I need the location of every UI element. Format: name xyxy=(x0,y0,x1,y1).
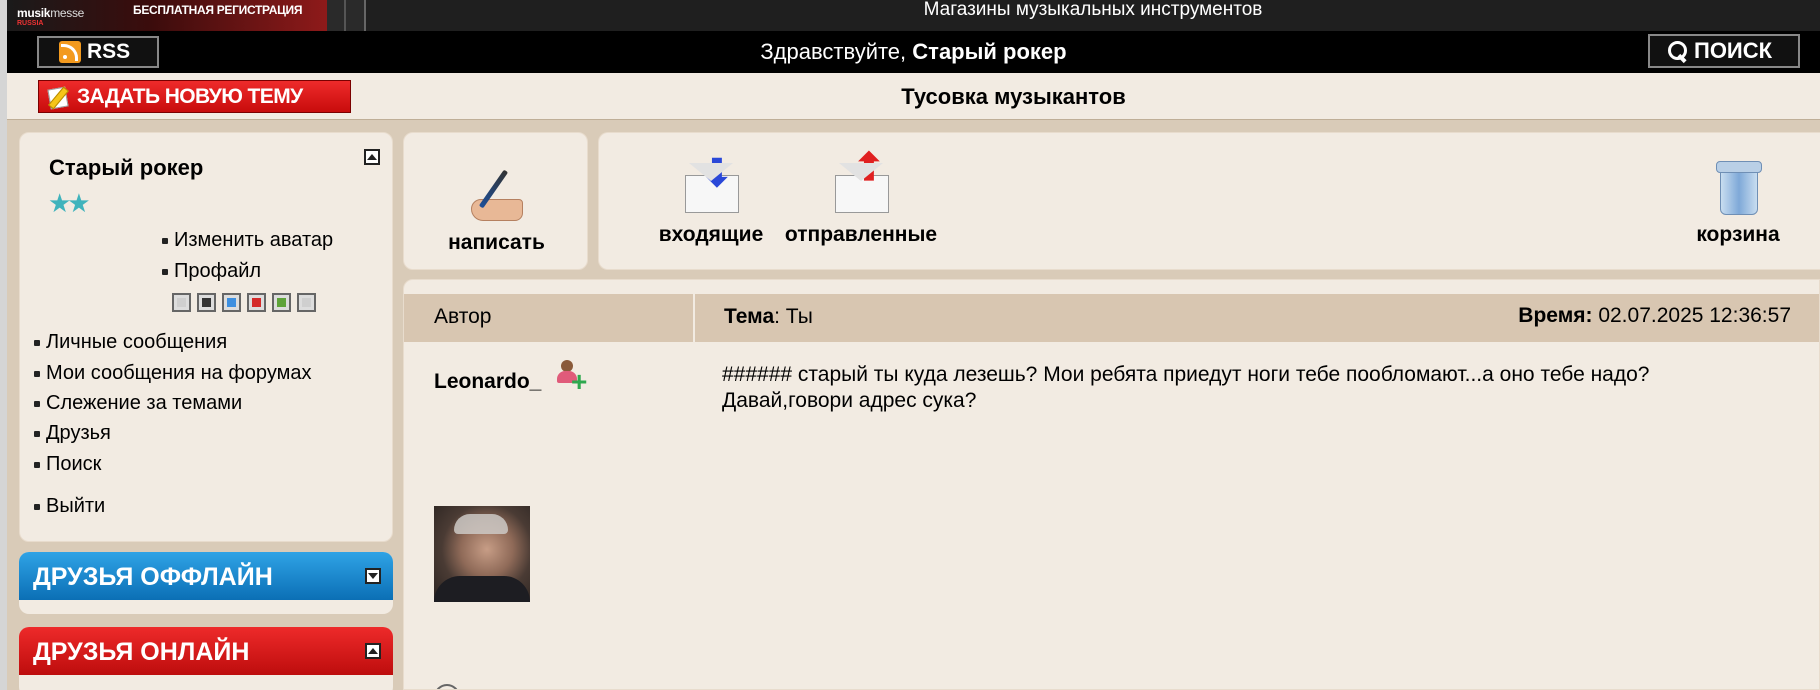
greeting-user: Старый рокер xyxy=(912,39,1067,64)
collapse-up-icon xyxy=(368,648,378,654)
search-label: ПОИСК xyxy=(1694,38,1773,63)
friends-offline-header[interactable]: ДРУЗЬЯ ОФФЛАЙН xyxy=(19,552,393,600)
header-divider xyxy=(693,294,695,342)
author-name[interactable]: Leonardo_ xyxy=(434,370,541,394)
time-field: Время: 02.07.2025 12:36:57 xyxy=(1518,304,1791,327)
search-icon xyxy=(1668,41,1688,61)
friends-online-panel: ДРУЗЬЯ ОНЛАЙН xyxy=(19,627,393,690)
profile-link[interactable]: Профайл xyxy=(162,260,261,283)
topic-field: Тема: Ты xyxy=(724,305,813,328)
menu-my-forum-posts[interactable]: Мои сообщения на форумах xyxy=(34,362,311,385)
theme-swatch-5[interactable] xyxy=(297,293,316,312)
write-panel: написать xyxy=(403,132,588,270)
author-avatar[interactable] xyxy=(434,506,530,602)
promo-sub: RUSSIA xyxy=(17,20,44,27)
theme-swatch-3[interactable] xyxy=(247,293,266,312)
add-friend-icon[interactable]: + xyxy=(557,360,591,396)
write-button[interactable]: написать xyxy=(404,163,589,255)
greeting-bar: RSS Здравствуйте, Старый рокер ПОИСК xyxy=(7,31,1820,73)
inbox-button[interactable]: ⬇ входящие xyxy=(636,155,786,247)
promo-text: БЕСПЛАТНАЯ РЕГИСТРАЦИЯ xyxy=(133,3,303,17)
message-panel: Автор Тема: Ты Время: 02.07.2025 12:36:5… xyxy=(403,279,1820,690)
rating-stars-icon: ★★ xyxy=(48,188,91,218)
topic-bar: ЗАДАТЬ НОВУЮ ТЕМУ Тусовка музыкантов xyxy=(7,73,1820,120)
collapse-user-panel-button[interactable] xyxy=(364,149,380,165)
friends-offline-panel: ДРУЗЬЯ ОФФЛАЙН xyxy=(19,552,393,614)
collapse-friends-online-button[interactable] xyxy=(365,643,381,659)
promo-brand: musikmesse xyxy=(17,6,85,20)
mailbox-toolbar: ⬇ входящие ⬆ отправленные корзина xyxy=(598,132,1820,270)
window-left-edge xyxy=(0,0,7,690)
sent-button[interactable]: ⬆ отправленные xyxy=(771,149,951,247)
trash-button[interactable]: корзина xyxy=(1683,155,1793,247)
inbox-icon: ⬇ xyxy=(679,155,743,217)
author-column-header: Автор xyxy=(434,305,492,328)
expand-down-icon xyxy=(368,573,378,579)
write-pen-icon xyxy=(465,163,529,225)
search-button[interactable]: ПОИСК xyxy=(1648,34,1800,68)
menu-search[interactable]: Поиск xyxy=(34,453,101,476)
greeting: Здравствуйте, Старый рокер xyxy=(760,39,1067,64)
theme-swatch-0[interactable] xyxy=(172,293,191,312)
menu-private-messages[interactable]: Личные сообщения xyxy=(34,331,227,354)
sent-icon: ⬆ xyxy=(829,149,893,217)
collapse-up-icon xyxy=(367,154,377,160)
expand-friends-offline-button[interactable] xyxy=(365,568,381,584)
change-avatar-link[interactable]: Изменить аватар xyxy=(162,229,333,252)
promo-banner[interactable]: musikmesse RUSSIA БЕСПЛАТНАЯ РЕГИСТРАЦИЯ xyxy=(7,0,327,31)
trash-icon xyxy=(1706,155,1770,217)
message-line-1: ###### старый ты куда лезешь? Мои ребята… xyxy=(722,363,1650,386)
friends-online-header[interactable]: ДРУЗЬЯ ОНЛАЙН xyxy=(19,627,393,675)
forum-title: Тусовка музыкантов xyxy=(901,84,1126,109)
menu-tracked-topics[interactable]: Слежение за темами xyxy=(34,392,242,415)
top-title[interactable]: Магазины музыкальных инструментов xyxy=(364,0,1820,31)
message-line-2: Давай,говори адрес сука? xyxy=(722,389,977,412)
user-name: Старый рокер xyxy=(49,155,204,180)
menu-friends[interactable]: Друзья xyxy=(34,422,111,445)
theme-swatch-1[interactable] xyxy=(197,293,216,312)
user-panel: Старый рокер ★★ Изменить аватар Профайл … xyxy=(19,132,393,542)
theme-swatch-2[interactable] xyxy=(222,293,241,312)
clock-icon xyxy=(434,684,460,689)
theme-swatch-4[interactable] xyxy=(272,293,291,312)
logout-link[interactable]: Выйти xyxy=(34,495,105,518)
theme-swatches xyxy=(172,293,316,312)
top-separator xyxy=(344,0,346,31)
message-header: Автор Тема: Ты Время: 02.07.2025 12:36:5… xyxy=(404,294,1819,342)
message-text: ###### старый ты куда лезешь? Мои ребята… xyxy=(722,362,1802,414)
